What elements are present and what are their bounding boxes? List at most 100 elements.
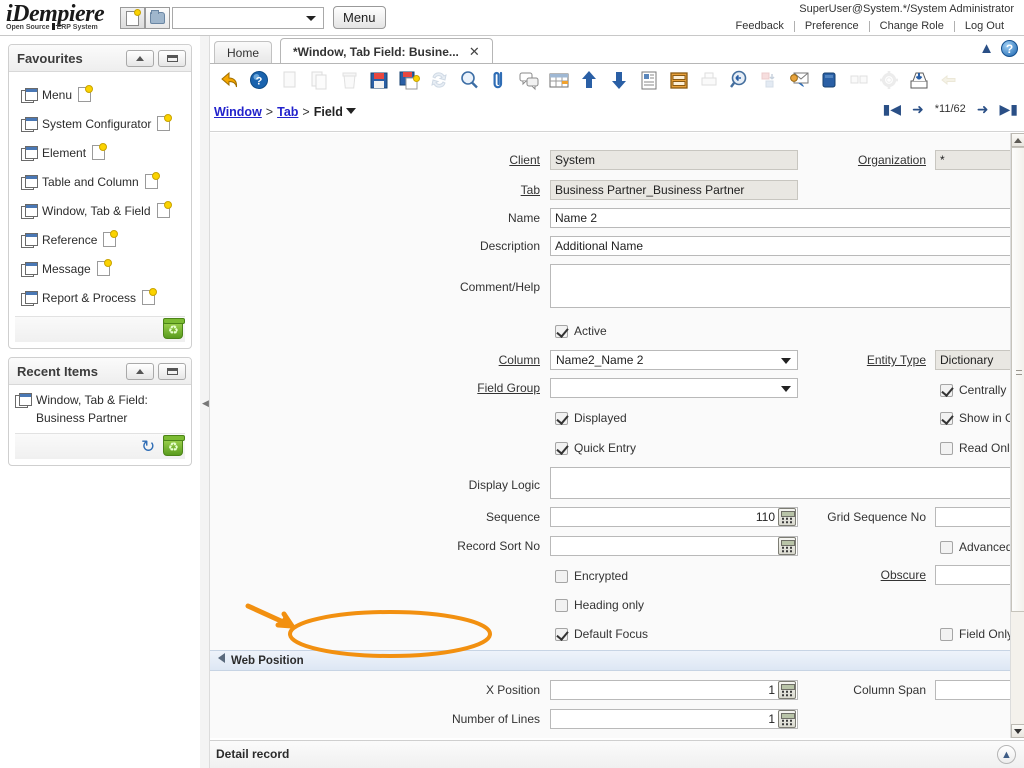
- sidebar-item-window-tab-field[interactable]: Window, Tab & Field: [15, 196, 185, 225]
- field-only-checkbox[interactable]: Field Only: [940, 624, 1013, 644]
- sidebar-item-menu[interactable]: Menu: [15, 80, 185, 109]
- attachment-icon[interactable]: [484, 65, 514, 95]
- tab-window-tab-field[interactable]: *Window, Tab Field: Busine...✕: [280, 38, 493, 64]
- last-record-icon[interactable]: ▶▮: [1000, 102, 1018, 116]
- display-logic-textarea[interactable]: [550, 467, 1024, 499]
- feedback-link[interactable]: Feedback: [726, 20, 794, 32]
- column-select[interactable]: Name2_Name 2: [550, 350, 798, 370]
- save-icon[interactable]: [364, 65, 394, 95]
- detail-record-bar[interactable]: Detail record ▲: [210, 740, 1024, 768]
- new-window-icon[interactable]: [142, 290, 155, 305]
- header-search-select[interactable]: [172, 7, 324, 29]
- chat-icon[interactable]: [514, 65, 544, 95]
- client-input[interactable]: System: [550, 150, 798, 170]
- request-icon[interactable]: [904, 65, 934, 95]
- sidebar-item-message[interactable]: Message: [15, 254, 185, 283]
- sidebar-item-reference[interactable]: Reference: [15, 225, 185, 254]
- zoom-across-icon[interactable]: [724, 65, 754, 95]
- open-folder-button[interactable]: [145, 7, 170, 29]
- chevron-up-icon[interactable]: ▲: [997, 745, 1016, 764]
- sidebar-item-table-and-column[interactable]: Table and Column: [15, 167, 185, 196]
- grid-toggle-icon[interactable]: [544, 65, 574, 95]
- sidebar-splitter[interactable]: ◀: [200, 36, 210, 768]
- heading-only-checkbox[interactable]: Heading only: [555, 595, 644, 615]
- calculator-icon[interactable]: [778, 710, 796, 728]
- displayed-checkbox[interactable]: Displayed: [555, 408, 627, 428]
- refresh-icon[interactable]: ↻: [141, 438, 160, 456]
- field-group-select[interactable]: [550, 378, 798, 398]
- default-focus-checkbox[interactable]: Default Focus: [555, 624, 648, 644]
- new-window-icon[interactable]: [97, 261, 110, 276]
- checkbox-icon: [555, 442, 568, 455]
- change-role-link[interactable]: Change Role: [870, 20, 954, 32]
- column-label[interactable]: Column: [460, 350, 540, 370]
- breadcrumb-tab-link[interactable]: Tab: [277, 105, 298, 119]
- new-document-button[interactable]: [120, 7, 145, 29]
- sidebar-item-report-and-process[interactable]: Report & Process: [15, 283, 185, 312]
- client-label[interactable]: Client: [460, 150, 540, 170]
- recycle-bin-icon[interactable]: [163, 438, 183, 456]
- tab-field-label[interactable]: Tab: [460, 180, 540, 200]
- new-window-icon[interactable]: [157, 203, 170, 218]
- detail-record-icon[interactable]: [604, 65, 634, 95]
- form-vertical-scrollbar[interactable]: [1010, 133, 1024, 738]
- new-window-icon[interactable]: [78, 87, 91, 102]
- comment-help-textarea[interactable]: [550, 264, 1024, 308]
- description-label: Description: [440, 236, 540, 256]
- record-sort-no-input[interactable]: [550, 536, 798, 556]
- email-icon[interactable]: [784, 65, 814, 95]
- entity-type-label[interactable]: Entity Type: [770, 350, 926, 370]
- scrollbar-thumb[interactable]: [1011, 147, 1024, 612]
- name-input[interactable]: Name 2: [550, 208, 1024, 228]
- undo-icon[interactable]: [214, 65, 244, 95]
- x-position-input[interactable]: 1: [550, 680, 798, 700]
- quick-entry-checkbox[interactable]: Quick Entry: [555, 438, 636, 458]
- next-record-icon[interactable]: ➜: [977, 102, 989, 116]
- number-of-lines-input[interactable]: 1: [550, 709, 798, 729]
- new-window-icon[interactable]: [103, 232, 116, 247]
- organization-label[interactable]: Organization: [770, 150, 926, 170]
- recent-restore-button[interactable]: [158, 363, 186, 380]
- parent-record-icon[interactable]: [574, 65, 604, 95]
- help-icon[interactable]: ?: [244, 65, 274, 95]
- report-icon[interactable]: [634, 65, 664, 95]
- sequence-input[interactable]: 110: [550, 507, 798, 527]
- active-checkbox[interactable]: Active: [555, 321, 607, 341]
- recent-list-item[interactable]: Window, Tab & Field: Business Partner: [9, 385, 191, 429]
- favourites-collapse-button[interactable]: [126, 50, 154, 67]
- tab-field-input[interactable]: Business Partner_Business Partner: [550, 180, 798, 200]
- scroll-down-button[interactable]: [1011, 724, 1024, 738]
- calculator-icon[interactable]: [778, 537, 796, 555]
- sidebar-item-element[interactable]: Element: [15, 138, 185, 167]
- chevron-double-up-icon[interactable]: ▲: [979, 40, 994, 57]
- first-record-icon[interactable]: ▮◀: [883, 102, 901, 116]
- tab-home[interactable]: Home: [214, 41, 272, 64]
- find-icon[interactable]: [454, 65, 484, 95]
- close-icon[interactable]: ✕: [469, 44, 480, 59]
- favourites-restore-button[interactable]: [158, 50, 186, 67]
- menu-button[interactable]: Menu: [333, 6, 386, 29]
- preference-link[interactable]: Preference: [795, 20, 869, 32]
- obscure-label[interactable]: Obscure: [810, 565, 926, 585]
- field-group-label[interactable]: Field Group: [450, 378, 540, 398]
- breadcrumb-window-link[interactable]: Window: [214, 105, 262, 119]
- description-input[interactable]: Additional Name: [550, 236, 1024, 256]
- new-window-icon[interactable]: [92, 145, 105, 160]
- chevron-down-icon[interactable]: [346, 108, 356, 114]
- save-create-new-icon[interactable]: [394, 65, 424, 95]
- section-header-web-position[interactable]: Web Position: [210, 650, 1010, 671]
- recycle-bin-icon[interactable]: [163, 321, 183, 339]
- chevron-down-icon: [781, 386, 791, 392]
- logout-link[interactable]: Log Out: [955, 20, 1014, 32]
- sidebar-item-system-configurator[interactable]: System Configurator: [15, 109, 185, 138]
- help-icon[interactable]: ?: [1001, 40, 1018, 57]
- new-window-icon[interactable]: [145, 174, 158, 189]
- new-window-icon[interactable]: [157, 116, 170, 131]
- previous-record-icon[interactable]: ➜: [912, 102, 924, 116]
- recent-collapse-button[interactable]: [126, 363, 154, 380]
- read-only-checkbox[interactable]: Read Only: [940, 438, 1016, 458]
- encrypted-checkbox[interactable]: Encrypted: [555, 566, 628, 586]
- scroll-up-button[interactable]: [1011, 133, 1024, 147]
- archive-icon[interactable]: [664, 65, 694, 95]
- product-info-icon[interactable]: [814, 65, 844, 95]
